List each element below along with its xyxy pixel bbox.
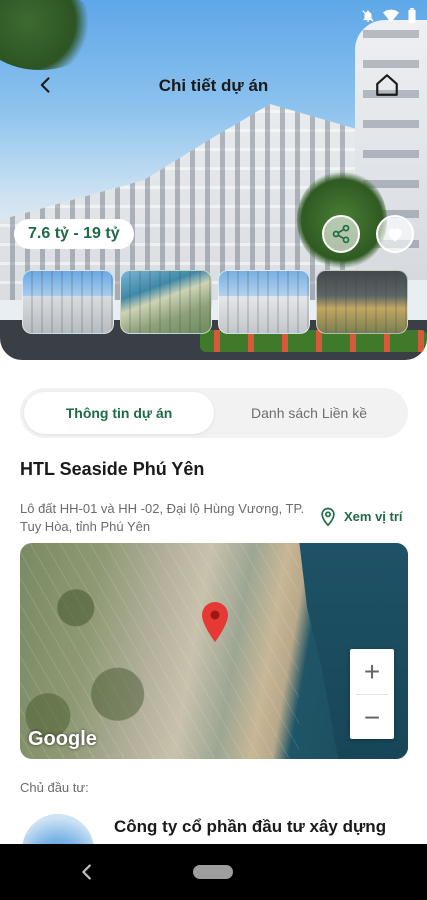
zoom-out-button[interactable]: − <box>350 695 394 740</box>
tab-bar: Thông tin dự án Danh sách Liền kề <box>20 388 408 438</box>
thumbnail-2[interactable] <box>120 270 212 334</box>
home-icon <box>376 74 398 96</box>
heart-icon <box>388 228 402 242</box>
nav-home-pill[interactable] <box>193 865 233 879</box>
hero-banner: Chi tiết dự án 7.6 tỷ - 19 tỷ <box>0 0 427 360</box>
thumbnail-1[interactable] <box>22 270 114 334</box>
thumbnail-4[interactable] <box>316 270 408 334</box>
image-thumbnails <box>22 270 410 334</box>
battery-icon <box>408 8 416 24</box>
nav-back-icon[interactable] <box>76 861 98 883</box>
location-map[interactable]: Google + − <box>20 543 408 759</box>
home-button[interactable] <box>373 72 401 100</box>
system-nav-bar <box>0 844 427 900</box>
header-bar: Chi tiết dự án <box>0 60 427 110</box>
zoom-in-button[interactable]: + <box>350 649 394 694</box>
map-zoom-controls: + − <box>350 649 394 739</box>
share-icon <box>332 224 350 244</box>
favorite-button[interactable] <box>376 215 414 253</box>
thumbnail-3[interactable] <box>218 270 310 334</box>
wifi-icon <box>383 9 399 23</box>
status-bar-icons <box>361 8 417 24</box>
project-address: Lô đất HH-01 và HH -02, Đại lộ Hùng Vươn… <box>20 501 305 534</box>
project-name: HTL Seaside Phú Yên <box>20 459 205 479</box>
view-location-label: Xem vị trí <box>344 508 403 524</box>
bell-off-icon <box>362 10 374 22</box>
map-attribution: Google <box>28 728 97 750</box>
map-land <box>20 543 300 759</box>
tab-townhouse-list[interactable]: Danh sách Liền kề <box>214 392 404 434</box>
price-range-badge: 7.6 tỷ - 19 tỷ <box>14 219 134 249</box>
view-location-link[interactable]: Xem vị trí <box>318 505 403 527</box>
location-pin-icon <box>321 507 335 527</box>
page-title: Chi tiết dự án <box>158 76 269 95</box>
share-button[interactable] <box>322 215 360 253</box>
investor-label: Chủ đầu tư: <box>20 780 89 795</box>
tab-project-info[interactable]: Thông tin dự án <box>24 392 214 434</box>
investor-name: Công ty cổ phần đầu tư xây dựng <box>114 817 387 836</box>
map-marker-icon[interactable] <box>200 601 230 643</box>
